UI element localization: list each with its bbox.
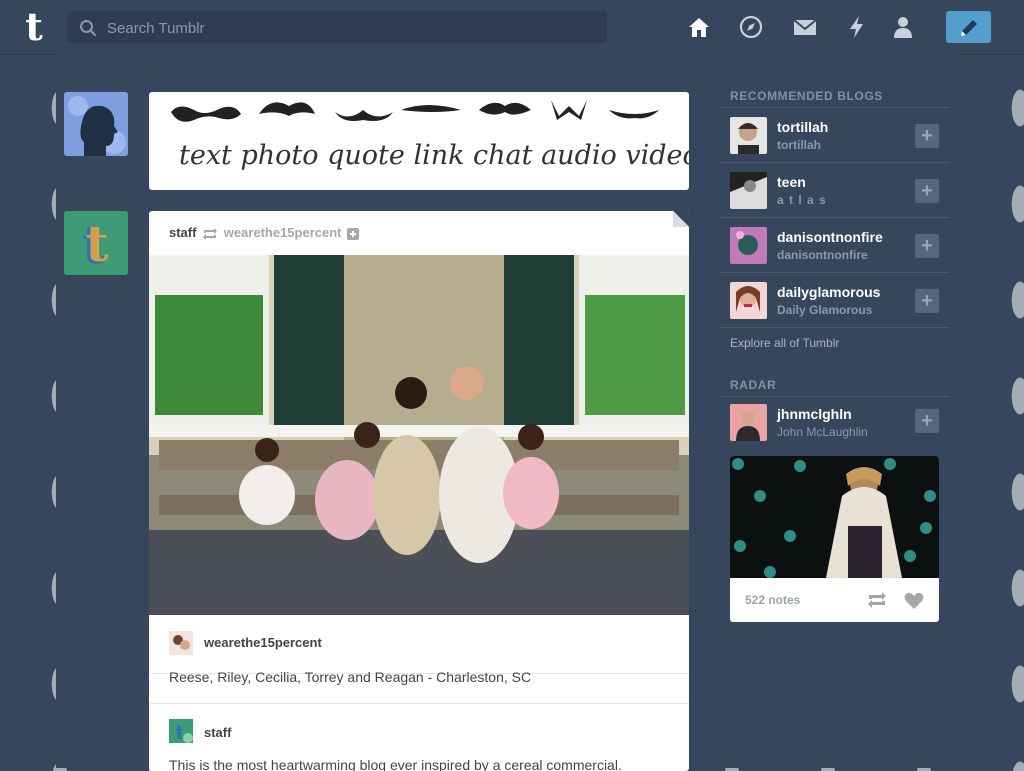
post-fold-corner xyxy=(673,211,689,227)
silhouette-avatar-icon xyxy=(64,92,128,156)
caption-divider xyxy=(149,703,689,704)
reblogger-avatar[interactable]: t xyxy=(169,719,193,743)
explore-tumblr-link[interactable]: Explore all of Tumblr xyxy=(720,328,950,358)
follow-button[interactable]: + xyxy=(915,289,939,313)
post-author[interactable]: staff xyxy=(169,225,196,240)
blog-avatar[interactable] xyxy=(730,117,767,154)
blog-name[interactable]: danisontnonfire xyxy=(777,229,883,245)
blog-name[interactable]: teen xyxy=(777,174,806,190)
account-person-icon[interactable] xyxy=(890,14,916,40)
recommended-blog-item[interactable]: tortillah tortillah + xyxy=(720,108,950,163)
family-photo[interactable] xyxy=(149,255,689,615)
post-type-labels: text photo quote link chat audio video xyxy=(179,140,689,171)
follow-button[interactable]: + xyxy=(915,409,939,433)
top-navigation-bar: t xyxy=(0,0,1024,55)
source-attribution: wearethe15percent xyxy=(149,615,689,674)
tumblr-staff-icon: t t xyxy=(64,211,128,275)
follow-button[interactable]: + xyxy=(915,234,939,258)
blog-title: John McLaughlin xyxy=(777,425,868,439)
explore-compass-icon[interactable] xyxy=(738,14,764,40)
radar-blog-item[interactable]: jhnmclghln John McLaughlin + xyxy=(720,397,950,441)
user-avatar[interactable] xyxy=(64,92,128,156)
mustache-icons: text photo quote link chat audio video xyxy=(171,100,689,171)
right-sidebar: RECOMMENDED BLOGS tortillah tortillah + … xyxy=(720,54,950,622)
recommended-blog-item[interactable]: dailyglamorous Daily Glamorous + xyxy=(720,273,950,328)
post-header: staff wearethe15percent xyxy=(149,211,689,255)
blog-name[interactable]: jhnmclghln xyxy=(777,406,852,422)
home-icon[interactable] xyxy=(686,14,712,40)
compose-post-button[interactable] xyxy=(946,11,991,43)
like-heart-icon[interactable] xyxy=(904,592,924,610)
source-avatar[interactable] xyxy=(169,631,193,655)
tumblr-logo[interactable]: t xyxy=(16,8,52,46)
reblog-commentary: This is the most heartwarming blog ever … xyxy=(169,757,622,771)
blog-title: Daily Glamorous xyxy=(777,303,873,317)
activity-lightning-icon[interactable] xyxy=(844,14,870,40)
blog-avatar[interactable] xyxy=(730,227,767,264)
post-type-selector[interactable]: text photo quote link chat audio video xyxy=(149,92,689,190)
blog-name[interactable]: tortillah xyxy=(777,119,828,135)
recommended-blog-item[interactable]: teen a t l a s + xyxy=(720,163,950,218)
post-caption: Reese, Riley, Cecilia, Torrey and Reagan… xyxy=(169,669,532,685)
reblog-icon xyxy=(203,227,218,240)
blog-title: danisontnonfire xyxy=(777,248,868,262)
reblogged-from-name[interactable]: wearethe15percent xyxy=(224,225,342,240)
svg-text:t: t xyxy=(85,214,108,273)
blog-avatar[interactable] xyxy=(730,282,767,319)
radar-photo[interactable] xyxy=(730,456,939,578)
follow-plus-icon[interactable] xyxy=(347,227,360,240)
follow-button[interactable]: + xyxy=(915,179,939,203)
blog-title: tortillah xyxy=(777,138,821,152)
pencil-icon xyxy=(961,20,977,36)
blog-avatar[interactable] xyxy=(730,404,767,441)
radar-notes-count[interactable]: 522 notes xyxy=(745,593,800,607)
radar-post-card[interactable]: 522 notes xyxy=(730,456,939,622)
reblogger-name[interactable]: staff xyxy=(204,725,231,740)
follow-button[interactable]: + xyxy=(915,124,939,148)
source-blog-name[interactable]: wearethe15percent xyxy=(204,635,322,650)
search-input[interactable] xyxy=(105,11,599,45)
search-box[interactable] xyxy=(67,11,607,45)
radar-heading: RADAR xyxy=(720,374,950,397)
reblog-post: staff wearethe15percent wearethe15percen… xyxy=(149,211,689,771)
blog-avatar[interactable] xyxy=(730,172,767,209)
search-icon xyxy=(80,20,97,37)
blog-title: a t l a s xyxy=(777,193,827,207)
reblog-icon[interactable] xyxy=(866,592,888,608)
staff-avatar[interactable]: t t xyxy=(64,211,128,275)
recommended-blog-item[interactable]: danisontnonfire danisontnonfire + xyxy=(720,218,950,273)
inbox-mail-icon[interactable] xyxy=(792,14,818,40)
blog-name[interactable]: dailyglamorous xyxy=(777,284,880,300)
recommended-blogs-heading: RECOMMENDED BLOGS xyxy=(720,85,950,108)
